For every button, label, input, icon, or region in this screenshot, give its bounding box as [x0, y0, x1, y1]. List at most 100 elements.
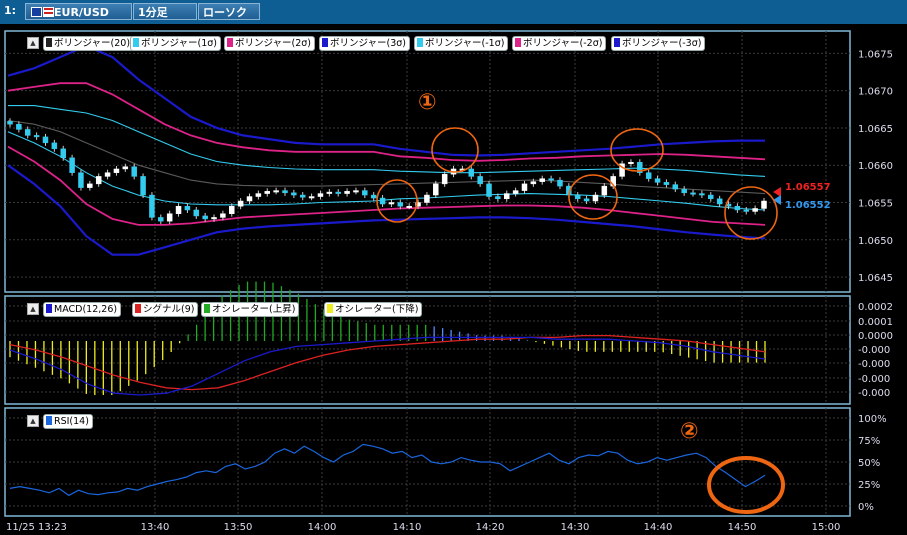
price-legend-item[interactable]: ボリンジャー(2σ)	[224, 36, 316, 51]
legend-swatch-icon	[46, 416, 52, 425]
price-y-tick: 1.0665	[858, 124, 893, 135]
candle-body	[379, 197, 386, 205]
candle-body	[548, 178, 554, 181]
candle-body	[113, 168, 120, 173]
price-legend-item[interactable]: ボリンジャー(3σ)	[319, 36, 411, 51]
candle-body	[291, 192, 297, 196]
x-tick-label: 14:30	[561, 522, 590, 533]
candle-body	[628, 161, 634, 164]
candle-body	[51, 142, 58, 150]
legend-swatch-icon	[322, 38, 328, 47]
candle-body	[95, 176, 102, 185]
price-y-tick: 1.0675	[858, 49, 893, 60]
price-legend-item[interactable]: ボリンジャー(1σ)	[130, 36, 222, 51]
x-tick-label: 15:00	[812, 522, 841, 533]
macd-y-tick: 0.0001	[858, 317, 893, 328]
collapse-price-icon[interactable]: ▲	[27, 37, 39, 49]
candle-body	[193, 209, 200, 217]
chart-index-label: 1:	[4, 4, 17, 17]
rsi-y-tick: 75%	[858, 436, 880, 447]
x-tick-label: 14:20	[476, 522, 505, 533]
macd-y-tick: 0.0000	[858, 331, 893, 342]
macd-legend: ▲ MACD(12,26) シグナル(9) オシレーター(上昇) オシレーター(下降)	[27, 302, 849, 317]
candle-body	[237, 200, 244, 207]
candle-body	[78, 172, 84, 188]
legend-label: オシレーター(上昇)	[212, 304, 296, 315]
candle-body	[7, 120, 13, 125]
candle-body	[326, 191, 333, 194]
collapse-macd-icon[interactable]: ▲	[27, 303, 39, 315]
timeframe-selector[interactable]: 1分足	[133, 3, 197, 20]
price-legend-item[interactable]: ボリンジャー(20)	[43, 36, 135, 51]
candle-body	[495, 196, 501, 200]
candle-body	[477, 176, 483, 185]
legend-label: ボリンジャー(-3σ)	[622, 38, 702, 49]
legend-label: ボリンジャー(-1σ)	[425, 38, 505, 49]
legend-label: ボリンジャー(1σ)	[141, 38, 218, 49]
price-y-tick: 1.0670	[858, 87, 893, 98]
candle-body	[282, 190, 288, 194]
chart-type-selector[interactable]: ローソク	[198, 3, 260, 20]
candle-body	[122, 166, 129, 170]
legend-swatch-icon	[515, 38, 521, 47]
price-y-tick: 1.0645	[858, 273, 893, 284]
candle-body	[33, 135, 40, 138]
candle-body	[645, 172, 652, 179]
x-tick-label: 13:50	[224, 522, 253, 533]
candle-body	[211, 217, 217, 220]
macd-legend-item[interactable]: オシレーター(上昇)	[201, 302, 300, 317]
rsi-y-tick: 25%	[858, 480, 880, 491]
legend-label: ボリンジャー(3σ)	[330, 38, 407, 49]
candle-body	[16, 123, 22, 130]
candle-body	[716, 198, 723, 205]
rsi-y-tick: 50%	[858, 458, 880, 469]
candle-body	[406, 205, 412, 208]
legend-label: オシレーター(下降)	[335, 304, 419, 315]
price-legend-item[interactable]: ボリンジャー(-2σ)	[512, 36, 607, 51]
candle-body	[601, 185, 608, 196]
rsi-y-tick: 0%	[858, 502, 874, 513]
collapse-rsi-icon[interactable]: ▲	[27, 415, 39, 427]
annotation-1-label: ①	[418, 90, 437, 115]
symbol-selector[interactable]: EUR/USD	[25, 3, 132, 20]
candle-body	[397, 202, 404, 207]
chart-canvas[interactable]: 11/25 13:23 13:40 13:50 14:00 14:10 14:20 14:3…	[0, 24, 907, 535]
price-legend-item[interactable]: ボリンジャー(-1σ)	[414, 36, 509, 51]
candle-body	[229, 205, 235, 214]
macd-legend-item[interactable]: シグナル(9)	[132, 302, 199, 317]
chart-area[interactable]: 11/25 13:23 13:40 13:50 14:00 14:10 14:20 14:3…	[0, 24, 907, 535]
candle-body	[433, 183, 439, 196]
axis-corner	[851, 516, 907, 535]
ask-price-tag: 1.06557	[785, 182, 831, 193]
candle-body	[654, 178, 661, 183]
candle-body	[362, 190, 368, 196]
rsi-legend-item[interactable]: RSI(14)	[43, 414, 93, 429]
macd-legend-item[interactable]: MACD(12,26)	[43, 302, 122, 317]
macd-y-tick: -0.000	[858, 374, 890, 385]
legend-label: RSI(14)	[54, 416, 89, 427]
candle-body	[761, 200, 767, 209]
candle-body	[708, 194, 714, 200]
candle-body	[574, 194, 581, 200]
candle-body	[424, 194, 430, 203]
macd-legend-item[interactable]: オシレーター(下降)	[324, 302, 423, 317]
candle-body	[370, 194, 377, 199]
candle-body	[512, 190, 519, 194]
price-legend-item[interactable]: ボリンジャー(-3σ)	[611, 36, 706, 51]
legend-swatch-icon	[227, 38, 233, 47]
candle-body	[273, 190, 279, 193]
candle-body	[255, 193, 262, 197]
candle-body	[699, 193, 705, 196]
x-tick-label: 14:40	[644, 522, 673, 533]
candle-body	[335, 191, 341, 194]
candle-body	[317, 193, 324, 197]
legend-swatch-icon	[135, 304, 141, 313]
candle-body	[131, 166, 137, 177]
legend-swatch-icon	[327, 304, 333, 313]
x-tick-label: 13:40	[141, 522, 170, 533]
chart-type-label: ローソク	[203, 6, 247, 19]
candle-body	[353, 190, 359, 193]
candle-body	[264, 191, 270, 194]
candle-body	[734, 205, 741, 211]
chart-toolbar: 1: EUR/USD 1分足 ローソク	[0, 0, 907, 24]
